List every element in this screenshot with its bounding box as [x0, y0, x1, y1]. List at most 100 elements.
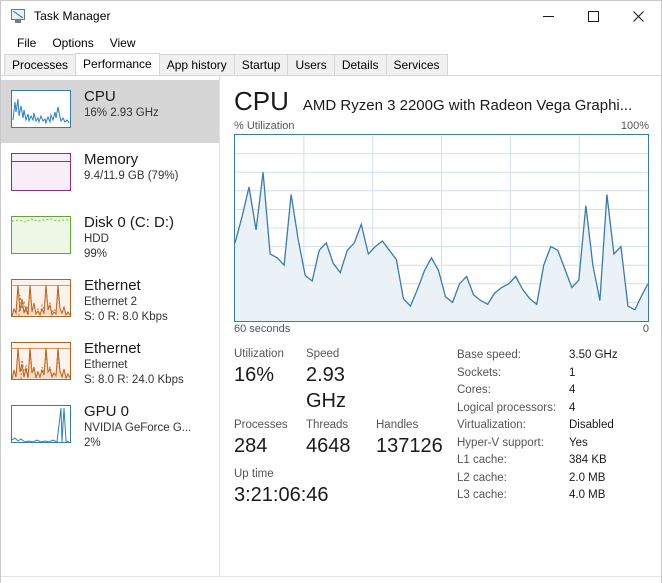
sidebar-sub-disk-type: HDD — [84, 233, 109, 245]
sidebar-sub-ethernet-name: Ethernet — [84, 359, 128, 371]
sidebar-item-cpu[interactable]: CPU 16% 2.93 GHz — [1, 80, 219, 143]
cpu-stats: Utilization 16% Speed 2.93 GHz Processes… — [234, 347, 649, 508]
tab-bar: Processes Performance App history Startu… — [1, 53, 661, 76]
sidebar-item-gpu-0[interactable]: GPU 0 NVIDIA GeForce G... 2% — [1, 395, 219, 458]
stat-threads-label: Threads — [306, 419, 349, 431]
spec-row: L2 cache: 2.0 MB — [457, 470, 649, 488]
sidebar-item-ethernet[interactable]: Ethernet Ethernet S: 8.0 R: 24.0 Kbps — [1, 332, 219, 395]
spec-key: L3 cache: — [457, 489, 507, 501]
stat-processes-label: Processes — [234, 419, 288, 431]
stat-handles: Handles 137126 — [376, 418, 443, 459]
graph-y-max: 100% — [620, 120, 649, 132]
sidebar-sub-gpu-model: NVIDIA GeForce G... — [84, 422, 192, 434]
spec-value: 3.50 GHz — [569, 349, 618, 361]
cpu-labels: CPU 16% 2.93 GHz — [84, 85, 159, 121]
close-button[interactable] — [616, 1, 661, 31]
performance-detail-pane: CPU AMD Ryzen 3 2200G with Radeon Vega G… — [220, 76, 661, 576]
stat-uptime-label: Up time — [234, 468, 274, 480]
sidebar-sub-cpu: 16% 2.93 GHz — [84, 107, 159, 119]
stat-threads-value: 4648 — [306, 435, 351, 457]
memory-labels: Memory 9.4/11.9 GB (79%) — [84, 148, 178, 184]
window-controls — [526, 1, 661, 31]
spec-value: 4 — [569, 384, 576, 396]
sidebar-item-memory[interactable]: Memory 9.4/11.9 GB (79%) — [1, 143, 219, 206]
sidebar-item-ethernet-2[interactable]: Ethernet Ethernet 2 S: 0 R: 8.0 Kbps — [1, 269, 219, 332]
stat-speed: Speed 2.93 GHz — [306, 347, 384, 414]
stat-threads: Threads 4648 — [306, 418, 376, 459]
sidebar-sub-memory: 9.4/11.9 GB (79%) — [84, 170, 179, 182]
resource-sidebar: CPU 16% 2.93 GHz Memory 9.4/11.9 GB (79%… — [1, 76, 220, 576]
window-title: Task Manager — [34, 9, 111, 23]
spec-value: Yes — [569, 436, 588, 449]
spec-key: Cores: — [457, 384, 491, 396]
cpu-specs: Base speed: 3.50 GHz Sockets: 1 Cores: 4… — [449, 347, 649, 508]
stat-uptime: Up time 3:21:06:46 — [234, 467, 449, 508]
stat-processes-value: 284 — [234, 435, 268, 457]
spec-row: L3 cache: 4.0 MB — [457, 487, 649, 505]
sidebar-title-gpu: GPU 0 — [84, 403, 130, 420]
spec-value: 2.0 MB — [569, 471, 606, 484]
tab-app-history[interactable]: App history — [158, 54, 235, 75]
stat-handles-value: 137126 — [376, 435, 443, 457]
task-manager-icon — [10, 8, 26, 24]
sidebar-sub-ethernet-rate: S: 8.0 R: 24.0 Kbps — [84, 374, 184, 386]
stat-processes: Processes 284 — [234, 418, 306, 459]
maximize-button[interactable] — [571, 1, 616, 31]
sidebar-title-ethernet: Ethernet — [84, 340, 141, 357]
cpu-header: CPU AMD Ryzen 3 2200G with Radeon Vega G… — [234, 86, 649, 120]
stat-utilization: Utilization 16% — [234, 347, 306, 414]
sidebar-sub-gpu-usage: 2% — [84, 437, 101, 449]
sidebar-title-memory: Memory — [84, 151, 139, 168]
tab-processes[interactable]: Processes — [4, 54, 77, 75]
spec-value: 4 — [569, 401, 576, 414]
gpu-thumbnail-icon — [11, 405, 71, 443]
stat-utilization-value: 16% — [234, 364, 275, 386]
graph-axis-top: % Utilization 100% — [234, 120, 649, 132]
graph-time-zero: 0 — [642, 323, 649, 335]
spec-value: 384 KB — [569, 454, 607, 466]
menu-bar: File Options View — [1, 31, 661, 54]
spec-key: Virtualization: — [457, 419, 526, 431]
tab-startup[interactable]: Startup — [233, 54, 289, 75]
tab-performance[interactable]: Performance — [75, 53, 160, 75]
spec-row: Hyper-V support: Yes — [457, 435, 649, 453]
menu-file[interactable]: File — [9, 34, 44, 52]
cpu-graph-svg — [235, 135, 648, 321]
tab-services[interactable]: Services — [385, 54, 448, 75]
stat-handles-label: Handles — [376, 419, 419, 431]
graph-axis-bottom: 60 seconds 0 — [234, 323, 649, 335]
spec-row: Logical processors: 4 — [457, 400, 649, 418]
spec-row: L1 cache: 384 KB — [457, 452, 649, 470]
spec-row: Virtualization: Disabled — [457, 417, 649, 435]
spec-value: 4.0 MB — [569, 489, 606, 501]
tab-users[interactable]: Users — [287, 54, 335, 75]
tab-details[interactable]: Details — [333, 54, 387, 75]
cpu-utilization-graph — [234, 134, 649, 322]
gpu-labels: GPU 0 NVIDIA GeForce G... 2% — [84, 400, 191, 451]
spec-row: Sockets: 1 — [457, 365, 649, 383]
sidebar-sub-disk-usage: 99% — [84, 248, 108, 260]
graph-y-label: % Utilization — [234, 120, 295, 132]
task-manager-window: Task Manager File Options View Processes… — [0, 0, 662, 583]
menu-options[interactable]: Options — [44, 34, 101, 52]
spec-row: Cores: 4 — [457, 382, 649, 400]
spec-key: Hyper-V support: — [457, 436, 544, 449]
spec-key: L1 cache: — [457, 454, 507, 466]
spec-key: Sockets: — [457, 366, 502, 379]
ethernet-thumbnail-icon — [11, 342, 71, 380]
sidebar-sub-ethernet-2-name: Ethernet 2 — [84, 296, 138, 308]
ethernet-labels: Ethernet Ethernet S: 8.0 R: 24.0 Kbps — [84, 337, 184, 388]
minimize-button[interactable] — [526, 1, 571, 31]
sidebar-item-disk-0[interactable]: Disk 0 (C: D:) HDD 99% — [1, 206, 219, 269]
sidebar-title-cpu: CPU — [84, 88, 116, 105]
stat-uptime-value: 3:21:06:46 — [234, 484, 329, 506]
disk-labels: Disk 0 (C: D:) HDD 99% — [84, 211, 174, 262]
status-bar: Fewer details Open Resource Monitor — [1, 576, 661, 583]
graph-time-span: 60 seconds — [234, 323, 291, 335]
title-bar: Task Manager — [1, 1, 661, 31]
stat-row-2: Processes 284 Threads 4648 Handles 13712… — [234, 418, 449, 459]
memory-thumbnail-icon — [11, 153, 71, 191]
cpu-model-label: AMD Ryzen 3 2200G with Radeon Vega Graph… — [302, 97, 633, 114]
spec-value: Disabled — [569, 419, 614, 431]
menu-view[interactable]: View — [102, 34, 144, 52]
